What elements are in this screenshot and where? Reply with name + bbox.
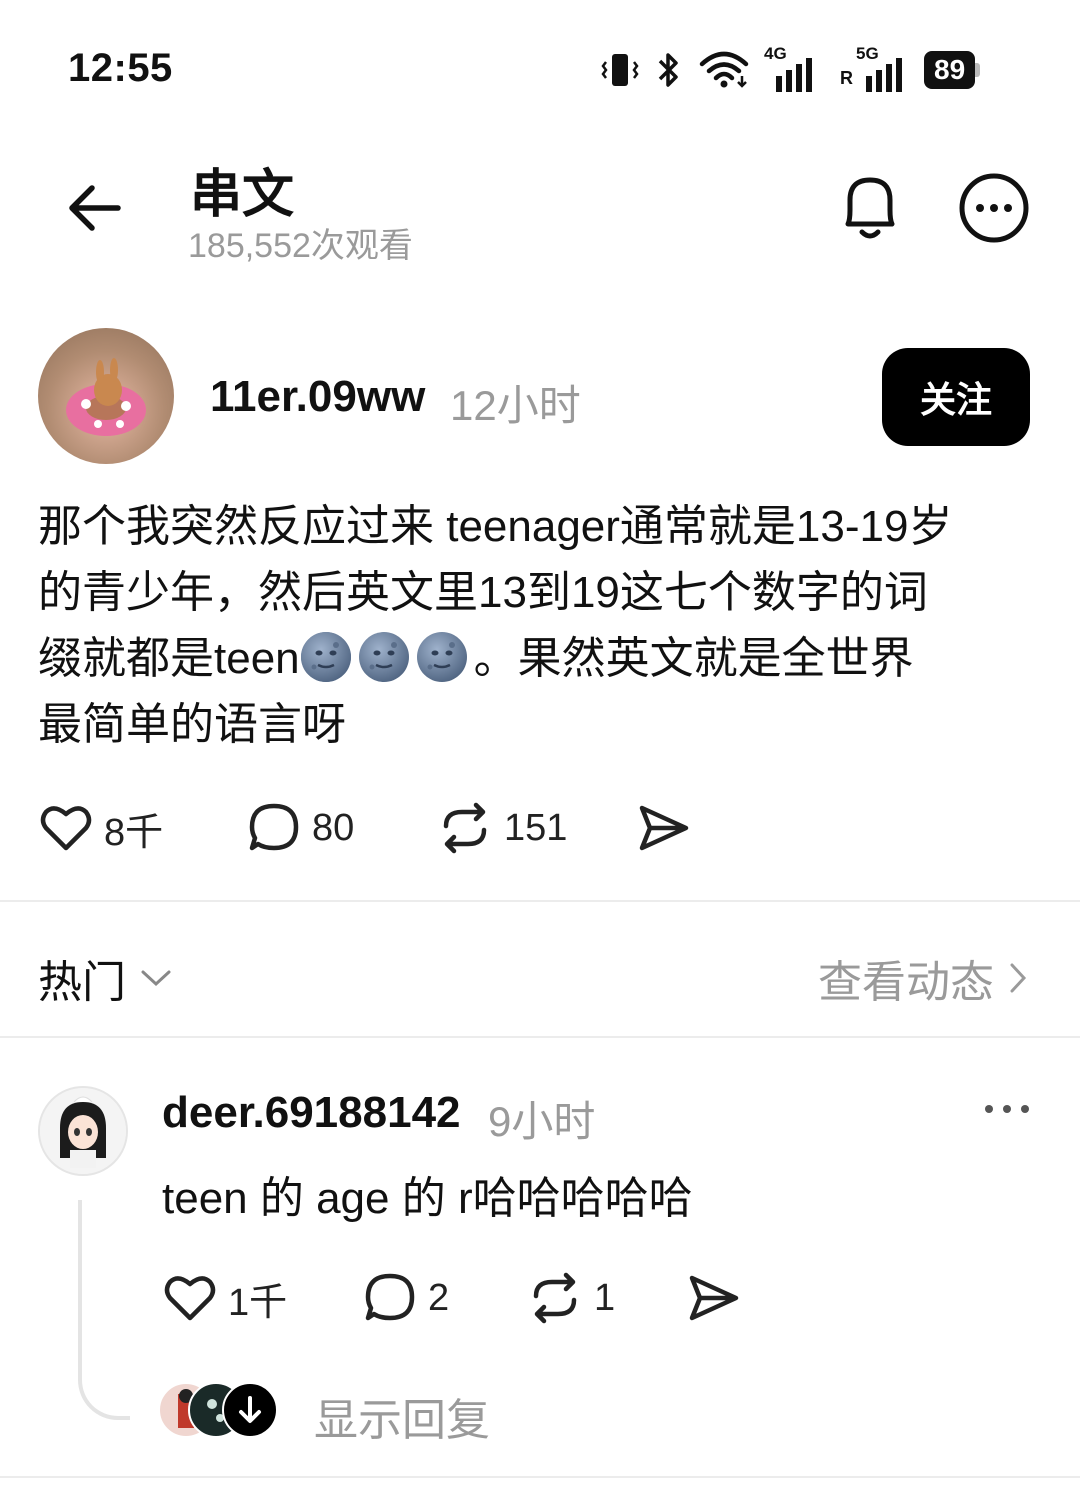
- new-moon-face-icon: [416, 632, 467, 682]
- vibrate-icon: [601, 54, 639, 86]
- notification-button[interactable]: [834, 170, 906, 246]
- bunny-float-image: [66, 358, 146, 436]
- new-moon-face-icon: [300, 632, 351, 682]
- comment-count: 80: [312, 806, 355, 849]
- comment-bubble-icon: [365, 1273, 415, 1321]
- section-divider: [0, 1476, 1080, 1478]
- comment-reply-count: 2: [428, 1276, 450, 1319]
- like-button[interactable]: 8千: [38, 800, 163, 856]
- post-text-line: 那个我突然反应过来 teenager通常就是13-19岁: [38, 502, 953, 551]
- section-divider: [0, 1036, 1080, 1038]
- thread-line: [78, 1200, 130, 1420]
- expand-replies-avatar: [222, 1382, 278, 1438]
- comment-username[interactable]: deer.69188142: [162, 1088, 461, 1138]
- send-icon: [639, 805, 689, 851]
- comment-button[interactable]: 80: [246, 800, 354, 856]
- heart-icon: [164, 1276, 216, 1321]
- sort-label: 热门: [38, 958, 126, 1007]
- repost-button[interactable]: 151: [436, 800, 567, 856]
- post-text-fragment: 缀就都是teen: [38, 634, 300, 683]
- signal-4g-icon: 4G: [764, 44, 816, 92]
- wifi-icon: [699, 51, 749, 88]
- view-activity-link[interactable]: 查看动态: [818, 946, 1028, 1010]
- post-text-fragment: 。果然英文就是全世界: [473, 634, 914, 683]
- author-username[interactable]: 11er.09ww: [210, 372, 425, 422]
- status-time: 12:55: [68, 46, 173, 90]
- comment-bubble-icon: [249, 803, 299, 851]
- like-count: 8千: [104, 811, 164, 854]
- show-replies-link[interactable]: 显示回复: [314, 1384, 490, 1448]
- reply-avatars[interactable]: [158, 1382, 278, 1438]
- new-moon-face-icon: [358, 632, 409, 682]
- sort-dropdown[interactable]: 热门: [38, 946, 172, 1010]
- anime-girl-avatar-image: [40, 1088, 126, 1174]
- comment-like-button[interactable]: 1千: [162, 1270, 287, 1326]
- comment-timestamp: 9小时: [488, 1098, 596, 1145]
- comment-more-button[interactable]: [980, 1094, 1034, 1124]
- battery-indicator: 89: [924, 51, 981, 89]
- bell-icon: [845, 177, 895, 239]
- status-icons: 4G R 5G 89: [600, 44, 981, 94]
- more-options-button[interactable]: [958, 172, 1030, 244]
- battery-level: 89: [924, 51, 976, 89]
- post-timestamp: 12小时: [450, 382, 581, 429]
- signal-5g-icon: R 5G: [840, 44, 910, 92]
- bluetooth-icon: [658, 53, 678, 87]
- comment-repost-count: 1: [594, 1276, 616, 1319]
- heart-icon: [40, 806, 92, 851]
- share-button[interactable]: [636, 800, 692, 856]
- author-avatar[interactable]: [38, 328, 174, 464]
- send-icon: [689, 1275, 739, 1321]
- repost-icon: [533, 1272, 577, 1324]
- battery-tip: [975, 63, 981, 77]
- section-divider: [0, 900, 1080, 902]
- view-activity-label: 查看动态: [818, 958, 994, 1007]
- post-text-line: 最简单的语言呀: [38, 700, 346, 749]
- comment-share-button[interactable]: [686, 1270, 742, 1326]
- post-body: 那个我突然反应过来 teenager通常就是13-19岁 的青少年，然后英文里1…: [38, 494, 1038, 758]
- comment-like-count: 1千: [228, 1281, 288, 1324]
- post-text-line: 的青少年，然后英文里13到19这七个数字的词: [38, 568, 928, 617]
- comment-body: teen 的 age 的 r哈哈哈哈哈: [162, 1174, 693, 1223]
- post-text-line: 缀就都是teen 。果然英文就是全世界: [38, 626, 1038, 692]
- chevron-right-icon: [1010, 963, 1027, 993]
- view-count: 185,552次观看: [188, 227, 413, 265]
- comment-repost-button[interactable]: 1: [526, 1270, 615, 1326]
- arrow-left-icon: [69, 185, 121, 231]
- repost-icon: [443, 802, 487, 854]
- commenter-avatar[interactable]: [38, 1086, 128, 1176]
- more-circle-icon: [959, 173, 1029, 243]
- follow-button[interactable]: 关注: [882, 348, 1030, 446]
- back-button[interactable]: [62, 176, 126, 240]
- arrow-down-icon: [239, 1396, 261, 1423]
- chevron-down-icon: [141, 970, 171, 987]
- comment-reply-button[interactable]: 2: [362, 1270, 449, 1326]
- page-title: 串文: [190, 166, 295, 224]
- more-horizontal-icon: [985, 1105, 1029, 1113]
- repost-count: 151: [504, 806, 568, 849]
- roaming-indicator: R: [840, 68, 853, 88]
